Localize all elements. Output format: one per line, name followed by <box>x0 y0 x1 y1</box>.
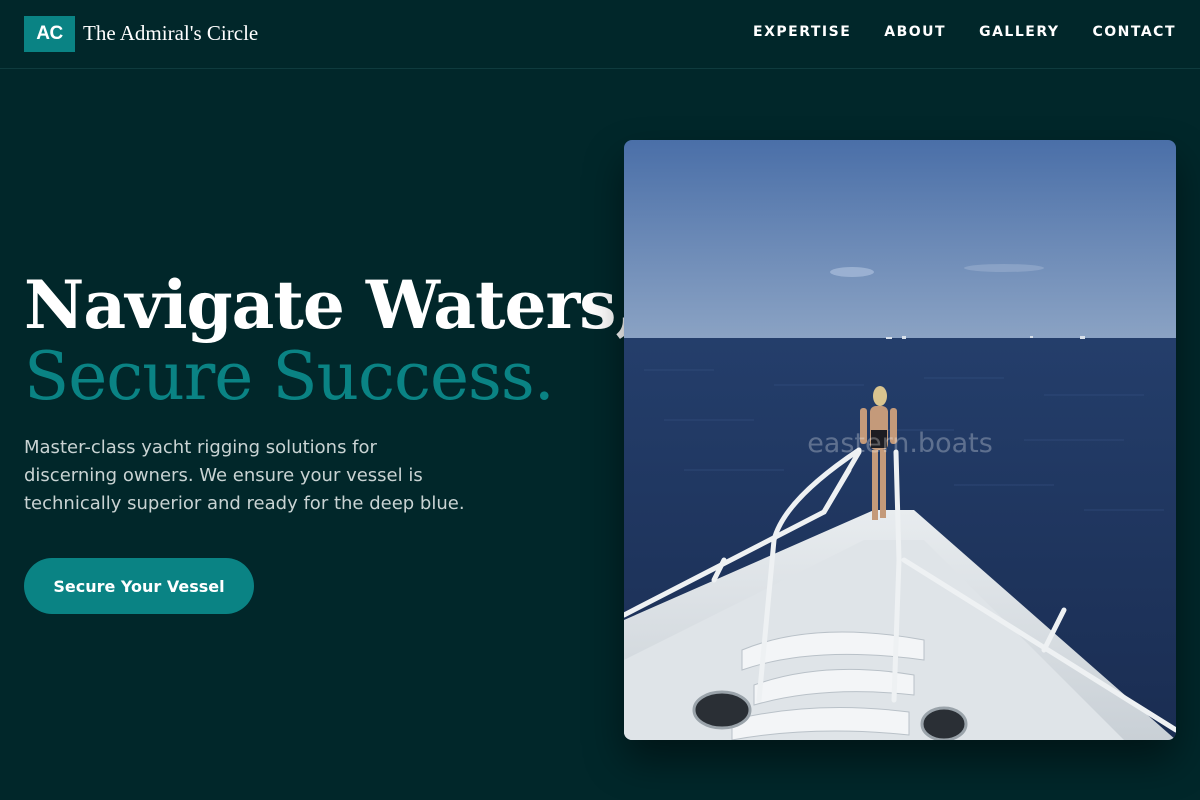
brand-name[interactable]: The Admiral's Circle <box>83 21 258 46</box>
secure-vessel-button[interactable]: Secure Your Vessel <box>24 558 254 614</box>
main-nav: EXPERTISE ABOUT GALLERY CONTACT <box>753 24 1176 40</box>
nav-contact[interactable]: CONTACT <box>1092 24 1176 40</box>
nav-about[interactable]: ABOUT <box>884 24 946 40</box>
nav-gallery[interactable]: GALLERY <box>979 24 1059 40</box>
image-watermark: eastern.boats <box>807 428 993 459</box>
site-header: AC The Admiral's Circle EXPERTISE ABOUT … <box>0 0 1200 69</box>
hero-title-line2: Secure Success. <box>24 338 555 415</box>
nav-expertise[interactable]: EXPERTISE <box>753 24 851 40</box>
hero-description: Master-class yacht rigging solutions for… <box>24 437 465 514</box>
hero-yacht-image: eastern.boats <box>624 140 1176 740</box>
logo-mark[interactable]: AC <box>24 16 75 52</box>
hero-title-line1: Navigate Waters, <box>24 266 638 344</box>
